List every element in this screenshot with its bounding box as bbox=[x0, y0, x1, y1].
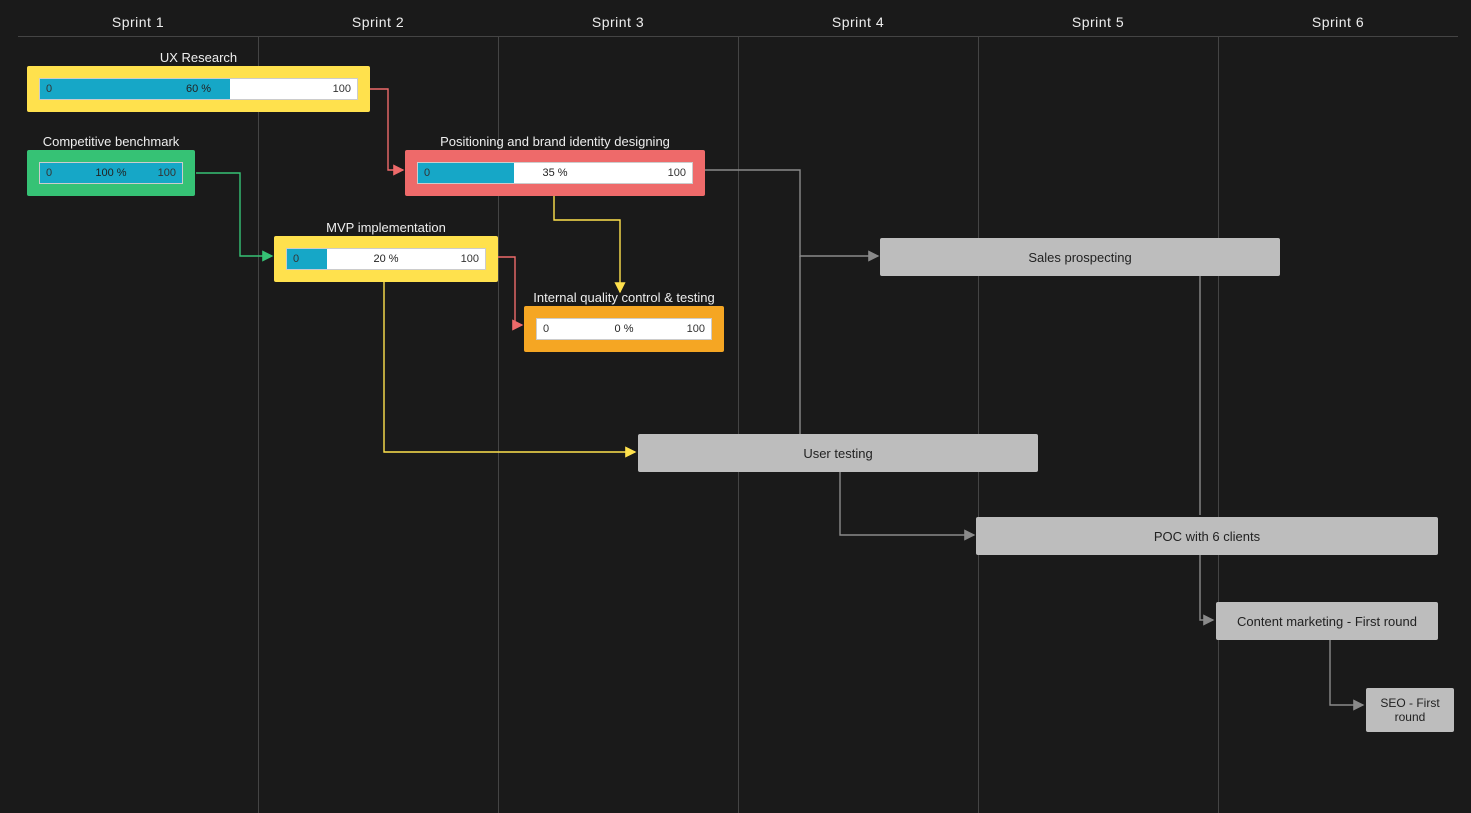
divider bbox=[978, 36, 1218, 37]
column-line bbox=[738, 37, 739, 813]
progress-max: 100 bbox=[461, 253, 479, 265]
sprint-header: Sprint 1 bbox=[18, 14, 258, 30]
divider bbox=[738, 36, 978, 37]
progress-value: 60 % bbox=[40, 83, 357, 95]
connectors bbox=[0, 0, 1471, 813]
progress-value: 20 % bbox=[287, 253, 485, 265]
sprint-header: Sprint 4 bbox=[738, 14, 978, 30]
divider bbox=[18, 36, 258, 37]
task-content-marketing[interactable]: Content marketing - First round bbox=[1216, 602, 1438, 640]
task-label: Sales prospecting bbox=[1028, 250, 1131, 265]
progress-max: 100 bbox=[668, 167, 686, 179]
task-ux-research[interactable]: 0 60 % 100 bbox=[27, 66, 370, 112]
gantt-diagram: Sprint 1 Sprint 2 Sprint 3 Sprint 4 Spri… bbox=[0, 0, 1471, 813]
divider bbox=[258, 36, 498, 37]
sprint-header: Sprint 5 bbox=[978, 14, 1218, 30]
task-user-testing[interactable]: User testing bbox=[638, 434, 1038, 472]
progress-max: 100 bbox=[333, 83, 351, 95]
progress-max: 100 bbox=[687, 323, 705, 335]
task-sales-prospecting[interactable]: Sales prospecting bbox=[880, 238, 1280, 276]
task-title: MVP implementation bbox=[274, 220, 498, 235]
column-line bbox=[258, 37, 259, 813]
column-line bbox=[978, 37, 979, 813]
task-internal-qc[interactable]: 0 0 % 100 bbox=[524, 306, 724, 352]
task-mvp[interactable]: 0 20 % 100 bbox=[274, 236, 498, 282]
column-line bbox=[1218, 37, 1219, 813]
task-title: Competitive benchmark bbox=[27, 134, 195, 149]
task-label: POC with 6 clients bbox=[1154, 529, 1260, 544]
divider bbox=[1218, 36, 1458, 37]
task-label: SEO - First round bbox=[1370, 696, 1450, 724]
progress-max: 100 bbox=[158, 167, 176, 179]
divider bbox=[498, 36, 738, 37]
sprint-header: Sprint 3 bbox=[498, 14, 738, 30]
task-label: User testing bbox=[803, 446, 872, 461]
task-label: Content marketing - First round bbox=[1237, 614, 1417, 629]
task-title: Positioning and brand identity designing bbox=[405, 134, 705, 149]
sprint-header: Sprint 2 bbox=[258, 14, 498, 30]
task-competitive-benchmark[interactable]: 0 100 % 100 bbox=[27, 150, 195, 196]
progress-value: 0 % bbox=[537, 323, 711, 335]
task-title: UX Research bbox=[27, 50, 370, 65]
progress-value: 35 % bbox=[418, 167, 692, 179]
sprint-header: Sprint 6 bbox=[1218, 14, 1458, 30]
task-seo[interactable]: SEO - First round bbox=[1366, 688, 1454, 732]
task-positioning[interactable]: 0 35 % 100 bbox=[405, 150, 705, 196]
task-poc[interactable]: POC with 6 clients bbox=[976, 517, 1438, 555]
task-title: Internal quality control & testing bbox=[524, 290, 724, 305]
